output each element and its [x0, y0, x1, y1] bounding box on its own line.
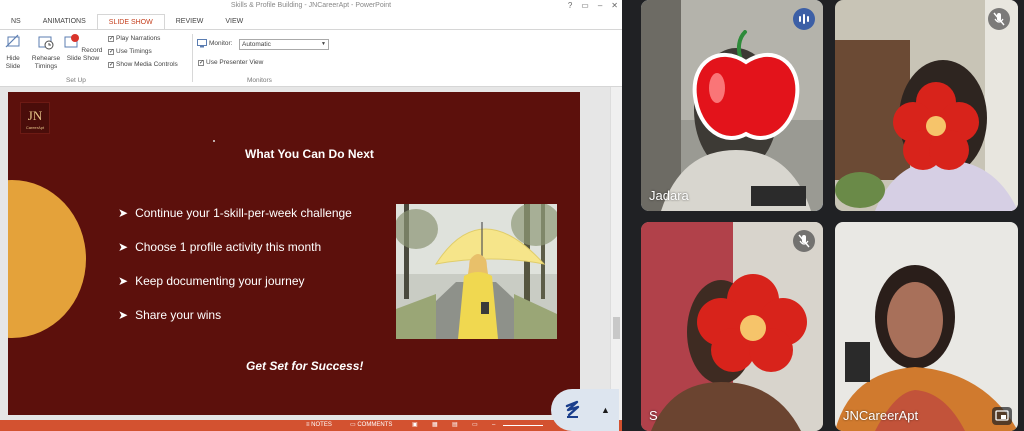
zoom-slider[interactable]	[503, 425, 543, 426]
bullet-text: Share your wins	[135, 308, 222, 322]
decorative-dot	[213, 140, 215, 142]
participant-name: JNCareerApt	[843, 408, 919, 423]
rehearse-timings-label: Rehearse Timings	[31, 55, 61, 70]
help-icon[interactable]: ?	[568, 0, 572, 12]
show-media-controls-checkbox[interactable]: ✓ Show Media Controls	[108, 61, 178, 68]
chevron-down-icon: ▼	[321, 41, 326, 47]
hide-slide-icon	[5, 34, 20, 48]
group-divider	[192, 34, 193, 82]
use-timings-label: Use Timings	[116, 48, 152, 55]
record-slide-show-button[interactable]: Record Slide Show	[63, 34, 103, 63]
participant-tile[interactable]: S	[641, 222, 823, 431]
slide[interactable]: JN CareerApt What You Can Do Next ➤ Conti…	[8, 92, 580, 415]
participant-tile[interactable]: JNCareerApt	[835, 222, 1018, 431]
flower-sticker	[893, 82, 979, 170]
monitor-dropdown[interactable]: Automatic ▼	[239, 39, 329, 50]
arrow-bullet-icon: ➤	[118, 308, 129, 322]
shared-powerpoint-window: Skills & Profile Building - JNCareerApt …	[0, 0, 622, 431]
flower-sticker	[697, 274, 807, 372]
logo-text: CareerApt	[25, 125, 45, 130]
tab-animations[interactable]: ANIMATIONS	[32, 14, 97, 29]
monitor-icon	[197, 39, 207, 48]
participant-video	[835, 222, 1018, 431]
logo-letters: JN	[27, 108, 43, 123]
ribbon-tabs: NS ANIMATIONS SLIDE SHOW REVIEW VIEW	[0, 14, 622, 29]
participant-name: S	[649, 408, 658, 423]
slide-editing-area: JN CareerApt What You Can Do Next ➤ Conti…	[0, 87, 622, 420]
bullet-item: ➤ Keep documenting your journey	[118, 274, 305, 288]
bullet-text: Keep documenting your journey	[135, 274, 305, 288]
play-narrations-checkbox[interactable]: ✓ Play Narrations	[108, 35, 160, 42]
mic-muted-icon	[988, 8, 1010, 30]
bullet-item: ➤ Choose 1 profile activity this month	[118, 240, 321, 254]
apple-sticker	[692, 30, 800, 140]
bullet-item: ➤ Share your wins	[118, 308, 221, 322]
participant-name: Jadara	[649, 188, 689, 203]
pen-scribble-icon	[565, 400, 580, 418]
monitor-value: Automatic	[242, 41, 271, 48]
speaking-indicator-icon	[793, 8, 815, 30]
play-narrations-label: Play Narrations	[116, 35, 161, 42]
status-bar: ≡ NOTES ▭ COMMENTS ▣ ▦ ▤ ▭ –	[0, 420, 622, 431]
record-icon	[64, 34, 79, 48]
hide-slide-button[interactable]: Hide Slide	[3, 34, 23, 71]
bullet-text: Choose 1 profile activity this month	[135, 240, 322, 254]
reading-view-icon[interactable]: ▤	[452, 420, 458, 431]
slide-tagline: Get Set for Success!	[246, 359, 364, 373]
arrow-bullet-icon: ➤	[118, 206, 129, 220]
minimize-icon[interactable]: –	[598, 0, 602, 12]
tab-design[interactable]: NS	[0, 14, 32, 29]
participant-tile[interactable]	[835, 0, 1018, 211]
participant-tile[interactable]: Jadara	[641, 0, 823, 211]
bullet-item: ➤ Continue your 1-skill-per-week challeng…	[118, 206, 352, 220]
slide-title: What You Can Do Next	[245, 147, 374, 161]
vertical-scrollbar[interactable]	[610, 87, 622, 420]
notes-label: NOTES	[311, 422, 332, 428]
caret-up-icon: ▲	[601, 405, 610, 415]
annotation-pen-control[interactable]: ▲	[551, 389, 619, 431]
setup-group-label: Set Up	[66, 77, 86, 84]
close-icon[interactable]: ✕	[611, 0, 618, 12]
arrow-bullet-icon: ➤	[118, 240, 129, 254]
tab-view[interactable]: VIEW	[214, 14, 254, 29]
decorative-circle	[8, 180, 86, 338]
rehearse-timings-button[interactable]: Rehearse Timings	[30, 34, 62, 71]
tab-slide-show[interactable]: SLIDE SHOW	[96, 14, 165, 29]
bullet-text: Continue your 1-skill-per-week challenge	[135, 206, 352, 220]
normal-view-icon[interactable]: ▣	[412, 420, 418, 431]
stopwatch-icon	[38, 36, 54, 50]
window-title: Skills & Profile Building - JNCareerApt …	[230, 2, 392, 9]
monitor-label: Monitor:	[209, 40, 233, 47]
child-with-umbrella-photo	[396, 204, 557, 339]
hide-slide-label: Hide Slide	[5, 55, 21, 70]
tab-review[interactable]: REVIEW	[165, 14, 215, 29]
zoom-out-icon[interactable]: –	[492, 420, 495, 431]
window-title-bar: Skills & Profile Building - JNCareerApt …	[0, 0, 622, 14]
comments-button[interactable]: ▭ COMMENTS	[350, 420, 392, 431]
scrollbar-thumb[interactable]	[613, 317, 620, 339]
arrow-bullet-icon: ➤	[118, 274, 129, 288]
notes-button[interactable]: ≡ NOTES	[306, 420, 332, 431]
slide-sorter-icon[interactable]: ▦	[432, 420, 438, 431]
presenting-icon	[992, 407, 1012, 425]
use-presenter-view-label: Use Presenter View	[206, 59, 264, 66]
monitors-group-label: Monitors	[247, 77, 272, 84]
use-presenter-view-checkbox[interactable]: ✓ Use Presenter View	[198, 59, 263, 66]
mic-muted-icon	[793, 230, 815, 252]
jncareerapt-logo: JN CareerApt	[20, 102, 50, 134]
comments-label: COMMENTS	[357, 422, 393, 428]
restore-icon[interactable]: ▭	[581, 0, 589, 12]
show-media-controls-label: Show Media Controls	[116, 61, 178, 68]
ribbon: Hide Slide Rehearse Timings Record Slide…	[0, 29, 622, 87]
slideshow-view-icon[interactable]: ▭	[472, 420, 478, 431]
use-timings-checkbox[interactable]: ✓ Use Timings	[108, 48, 152, 55]
